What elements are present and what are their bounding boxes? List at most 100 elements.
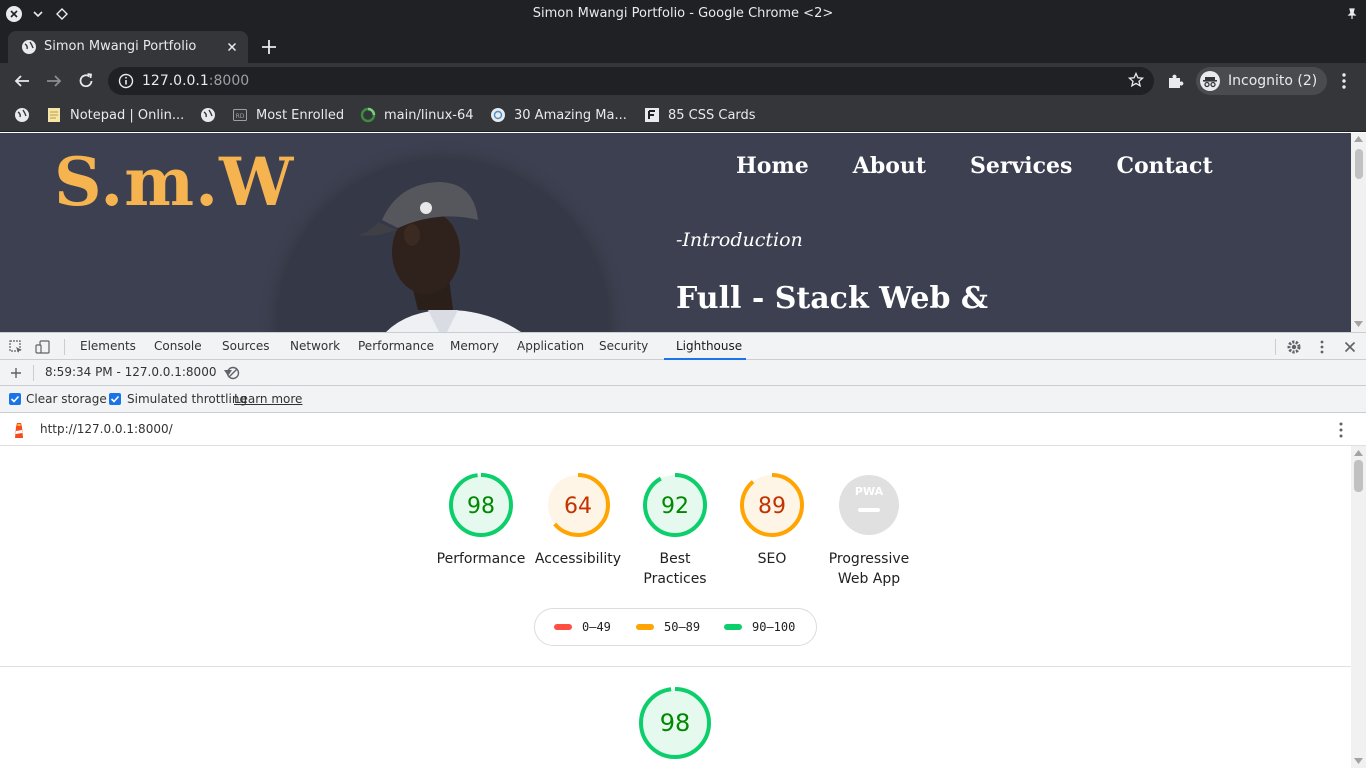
tab-strip: Simon Mwangi Portfolio <box>0 29 1366 63</box>
learn-more-link[interactable]: Learn more <box>234 392 302 406</box>
scroll-up-icon <box>1354 136 1363 142</box>
gauge-seo[interactable]: 89 SEO <box>717 472 827 569</box>
simulated-throttling-checkbox[interactable] <box>109 393 121 405</box>
bookmark-item[interactable]: Notepad | Onlin... <box>46 105 184 125</box>
gauge-label: Progressive Web App <box>828 551 910 587</box>
toolbar-divider <box>64 339 65 355</box>
plus-icon <box>262 40 276 54</box>
legend-swatch-pass <box>724 624 742 630</box>
tab-sources[interactable]: Sources <box>222 339 269 353</box>
gauge-progressive-web-app[interactable]: PWA Progressive Web App <box>814 472 924 589</box>
bookmark-globe[interactable] <box>14 105 38 125</box>
browser-tab[interactable]: Simon Mwangi Portfolio <box>8 31 248 63</box>
simulated-throttling-label[interactable]: Simulated throttling <box>127 392 247 406</box>
bookmark-globe-2[interactable] <box>200 105 224 125</box>
gauge-accessibility[interactable]: 64 Accessibility <box>523 472 633 569</box>
plus-icon[interactable] <box>8 365 24 381</box>
report-url-bar: http://127.0.0.1:8000/ <box>0 413 1366 446</box>
nav-about[interactable]: About <box>853 153 926 179</box>
report-scrollbar-thumb[interactable] <box>1354 460 1363 492</box>
section-divider <box>0 666 1351 667</box>
forward-button[interactable] <box>43 70 65 92</box>
tab-network[interactable]: Network <box>290 339 340 353</box>
report-menu-icon[interactable] <box>1333 421 1349 442</box>
incognito-icon <box>1200 71 1220 91</box>
svg-text:RD: RD <box>236 113 245 120</box>
lighthouse-report: 98 Performance 64 Accessibility 92 Best Pract… <box>0 446 1351 768</box>
pin-button[interactable] <box>1343 5 1361 23</box>
tab-elements[interactable]: Elements <box>80 339 136 353</box>
tab-console[interactable]: Console <box>154 339 202 353</box>
report-url[interactable]: http://127.0.0.1:8000/ <box>40 422 173 436</box>
globe-icon <box>200 107 216 123</box>
nav-home[interactable]: Home <box>736 153 809 179</box>
gauge-performance[interactable]: 98 Performance <box>426 472 536 569</box>
nav-services[interactable]: Services <box>970 153 1072 179</box>
legend-item-pass: 90–100 <box>724 620 795 634</box>
pwa-dash <box>858 508 880 512</box>
legend-item-average: 50–89 <box>636 620 700 634</box>
tab-security[interactable]: Security <box>599 339 648 353</box>
inspect-element-icon[interactable] <box>8 339 24 355</box>
scroll-down-icon <box>1354 758 1363 764</box>
incognito-profile-button[interactable]: Incognito (2) <box>1196 67 1328 95</box>
gauge-label: Accessibility <box>534 551 622 567</box>
page-scrollbar-thumb[interactable] <box>1355 149 1363 179</box>
globe-icon <box>21 39 37 59</box>
nav-contact[interactable]: Contact <box>1116 153 1212 179</box>
window-titlebar: Simon Mwangi Portfolio - Google Chrome <… <box>0 0 1366 29</box>
gauge-score: 64 <box>564 494 592 519</box>
devtools-menu-icon[interactable] <box>1314 339 1330 355</box>
new-tab-button[interactable] <box>258 36 280 58</box>
back-button[interactable] <box>11 70 33 92</box>
gauge-background <box>839 475 899 535</box>
settings-gear-icon[interactable] <box>1286 339 1302 355</box>
gauge-score: 89 <box>758 494 786 519</box>
chrome-menu-icon[interactable] <box>1336 71 1352 95</box>
site-icon <box>490 107 506 123</box>
close-devtools-icon[interactable] <box>1342 339 1358 355</box>
tab-lighthouse[interactable]: Lighthouse <box>676 339 742 353</box>
reload-icon <box>79 73 93 88</box>
hero-headline: Full - Stack Web & <box>676 281 989 316</box>
gauge-ring: 98 <box>639 687 711 759</box>
gauge-best-practices[interactable]: 92 Best Practices <box>620 472 730 589</box>
toolbar-divider <box>33 365 34 381</box>
window-title: Simon Mwangi Portfolio - Google Chrome <… <box>532 6 834 21</box>
bookmark-item[interactable]: main/linux-64 <box>360 105 474 125</box>
gauge-label: SEO <box>757 551 787 567</box>
arrow-left-icon <box>14 75 29 87</box>
extensions-puzzle-icon[interactable] <box>1166 72 1184 94</box>
performance-section-gauge[interactable]: 98 <box>620 686 730 760</box>
bookmark-item[interactable]: 30 Amazing Ma... <box>490 105 627 125</box>
loading-icon <box>360 107 376 123</box>
site-logo[interactable]: S.m.W <box>54 143 294 221</box>
info-icon[interactable] <box>118 73 134 93</box>
tab-close-icon[interactable] <box>224 39 240 55</box>
report-scrollbar[interactable] <box>1351 446 1366 768</box>
lighthouse-options: Clear storage Simulated throttling Learn… <box>0 386 1366 413</box>
site-nav: Home About Services Contact <box>736 153 1213 179</box>
bookmark-item[interactable]: RD Most Enrolled <box>232 105 344 125</box>
checkmark-icon <box>10 395 20 403</box>
globe-icon <box>14 107 30 123</box>
report-select[interactable]: 8:59:34 PM - 127.0.0.1:8000 <box>45 365 233 379</box>
address-bar[interactable]: 127.0.0.1:8000 <box>108 67 1154 95</box>
f-icon <box>644 107 660 123</box>
clear-block-icon[interactable] <box>225 365 241 381</box>
tab-memory[interactable]: Memory <box>450 339 499 353</box>
clear-storage-checkbox[interactable] <box>9 393 21 405</box>
legend-item-fail: 0–49 <box>554 620 611 634</box>
page-scrollbar[interactable] <box>1351 133 1366 332</box>
tab-performance[interactable]: Performance <box>358 339 434 353</box>
bookmark-star-icon[interactable] <box>1127 71 1145 92</box>
profile-photo <box>278 160 608 332</box>
clear-storage-label[interactable]: Clear storage <box>26 392 107 406</box>
gauge-ring: 98 <box>449 473 513 537</box>
bookmark-item[interactable]: 85 CSS Cards <box>644 105 756 125</box>
tab-application[interactable]: Application <box>517 339 584 353</box>
gauge-ring: 89 <box>740 473 804 537</box>
device-toolbar-icon[interactable] <box>35 339 51 355</box>
gauge-label: Performance <box>436 551 526 567</box>
reload-button[interactable] <box>75 70 97 92</box>
